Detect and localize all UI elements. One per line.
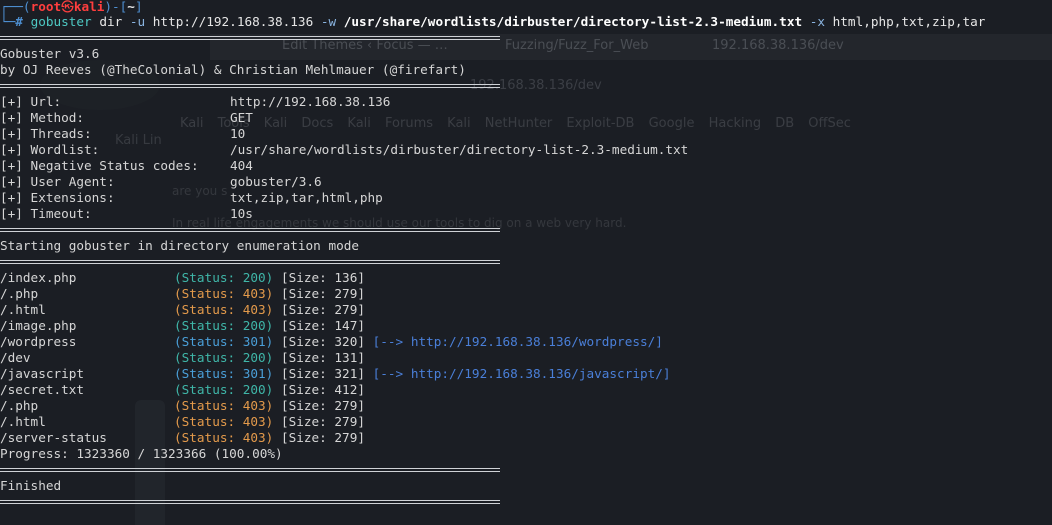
prompt-user: root bbox=[30, 0, 62, 14]
config-row: [+] Wordlist: /usr/share/wordlists/dirbus… bbox=[0, 142, 1052, 158]
result-status: (Status: 301) bbox=[174, 366, 274, 381]
separator bbox=[0, 78, 1052, 94]
config-row: [+] Threads: 10 bbox=[0, 126, 1052, 142]
result-status: (Status: 200) bbox=[174, 270, 274, 285]
result-size: [Size: 412] bbox=[280, 382, 365, 397]
command-bin: gobuster bbox=[30, 14, 92, 29]
separator bbox=[0, 462, 1052, 478]
separator bbox=[0, 494, 1052, 510]
result-status: (Status: 403) bbox=[174, 286, 274, 301]
result-size: [Size: 136] bbox=[280, 270, 365, 285]
result-path: /server-status bbox=[0, 430, 107, 445]
separator bbox=[0, 254, 1052, 270]
start-message: Starting gobuster in directory enumerati… bbox=[0, 238, 360, 253]
result-redirect-link[interactable]: [--> http://192.168.38.136/wordpress/] bbox=[373, 334, 663, 349]
result-status: (Status: 403) bbox=[174, 302, 274, 317]
result-row: /wordpress (Status: 301) [Size: 320] [-->… bbox=[0, 334, 1052, 350]
result-path: /wordpress bbox=[0, 334, 77, 349]
result-path: /.html bbox=[0, 302, 46, 317]
result-row: /index.php (Status: 200) [Size: 136] bbox=[0, 270, 1052, 286]
result-row: /secret.txt (Status: 200) [Size: 412] bbox=[0, 382, 1052, 398]
config-value: 10s bbox=[230, 206, 253, 221]
config-value: http://192.168.38.136 bbox=[230, 94, 391, 109]
result-row: /.php (Status: 403) [Size: 279] bbox=[0, 398, 1052, 414]
config-row: [+] Extensions: txt,zip,tar,html,php bbox=[0, 190, 1052, 206]
result-size: [Size: 147] bbox=[280, 318, 365, 333]
finished-message: Finished bbox=[0, 478, 62, 493]
result-size: [Size: 279] bbox=[280, 414, 365, 429]
config-row: [+] Negative Status codes: 404 bbox=[0, 158, 1052, 174]
result-status: (Status: 403) bbox=[174, 414, 274, 429]
result-row: /server-status (Status: 403) [Size: 279] bbox=[0, 430, 1052, 446]
result-path: /image.php bbox=[0, 318, 77, 333]
result-status: (Status: 403) bbox=[174, 430, 274, 445]
config-row: [+] User Agent: gobuster/3.6 bbox=[0, 174, 1052, 190]
config-value: GET bbox=[230, 110, 253, 125]
config-row: [+] Timeout: 10s bbox=[0, 206, 1052, 222]
config-key: [+] Extensions: bbox=[0, 190, 115, 205]
config-block: [+] Url: http://192.168.38.136 [+] Method:… bbox=[0, 94, 1052, 222]
banner-authors: by OJ Reeves (@TheColonial) & Christian … bbox=[0, 62, 466, 77]
command-line[interactable]: └─# gobuster dir -u http://192.168.38.13… bbox=[0, 14, 1052, 30]
result-path: /.html bbox=[0, 414, 46, 429]
result-path: /secret.txt bbox=[0, 382, 85, 397]
config-value: txt,zip,tar,html,php bbox=[230, 190, 383, 205]
config-key: [+] Url: bbox=[0, 94, 62, 109]
prompt-host: kali bbox=[73, 0, 105, 14]
progress-line: Progress: 1323360 / 1323366 (100.00%) bbox=[0, 446, 283, 461]
config-key: [+] User Agent: bbox=[0, 174, 115, 189]
config-value: /usr/share/wordlists/dirbuster/directory… bbox=[230, 142, 689, 157]
separator bbox=[0, 222, 1052, 238]
result-path: /index.php bbox=[0, 270, 77, 285]
prompt-dir: ~ bbox=[127, 0, 135, 14]
result-status: (Status: 200) bbox=[174, 350, 274, 365]
result-status: (Status: 200) bbox=[174, 382, 274, 397]
result-size: [Size: 131] bbox=[280, 350, 365, 365]
config-key: [+] Timeout: bbox=[0, 206, 92, 221]
result-redirect-link[interactable]: [--> http://192.168.38.136/javascript/] bbox=[373, 366, 671, 381]
config-key: [+] Wordlist: bbox=[0, 142, 100, 157]
banner-version: Gobuster v3.6 bbox=[0, 46, 100, 61]
config-key: [+] Negative Status codes: bbox=[0, 158, 199, 173]
result-size: [Size: 279] bbox=[280, 430, 365, 445]
result-status: (Status: 200) bbox=[174, 318, 274, 333]
prompt-line-top: ┌──(root㉿kali)-[~] bbox=[0, 0, 143, 14]
result-size: [Size: 321] bbox=[280, 366, 365, 381]
config-value: 404 bbox=[230, 158, 253, 173]
result-size: [Size: 320] bbox=[280, 334, 365, 349]
result-path: /.php bbox=[0, 398, 39, 413]
config-key: [+] Method: bbox=[0, 110, 85, 125]
result-path: /dev bbox=[0, 350, 31, 365]
result-size: [Size: 279] bbox=[280, 398, 365, 413]
result-size: [Size: 279] bbox=[280, 302, 365, 317]
result-row: /javascript (Status: 301) [Size: 321] [--… bbox=[0, 366, 1052, 382]
config-row: [+] Method: GET bbox=[0, 110, 1052, 126]
result-status: (Status: 403) bbox=[174, 398, 274, 413]
result-row: /dev (Status: 200) [Size: 131] bbox=[0, 350, 1052, 366]
command-wordlist: /usr/share/wordlists/dirbuster/directory… bbox=[343, 14, 803, 29]
result-status: (Status: 301) bbox=[174, 334, 274, 349]
result-row: /.html (Status: 403) [Size: 279] bbox=[0, 302, 1052, 318]
prompt-hash: # bbox=[15, 14, 23, 29]
result-row: /.php (Status: 403) [Size: 279] bbox=[0, 286, 1052, 302]
result-row: /image.php (Status: 200) [Size: 147] bbox=[0, 318, 1052, 334]
result-path: /.php bbox=[0, 286, 39, 301]
result-row: /.html (Status: 403) [Size: 279] bbox=[0, 414, 1052, 430]
result-path: /javascript bbox=[0, 366, 85, 381]
config-value: gobuster/3.6 bbox=[230, 174, 322, 189]
result-size: [Size: 279] bbox=[280, 286, 365, 301]
config-key: [+] Threads: bbox=[0, 126, 92, 141]
terminal-output[interactable]: ┌──(root㉿kali)-[~] └─# gobuster dir -u h… bbox=[0, 0, 1052, 510]
results-block: /index.php (Status: 200) [Size: 136]/.php… bbox=[0, 270, 1052, 446]
separator bbox=[0, 30, 1052, 46]
config-row: [+] Url: http://192.168.38.136 bbox=[0, 94, 1052, 110]
config-value: 10 bbox=[230, 126, 246, 141]
